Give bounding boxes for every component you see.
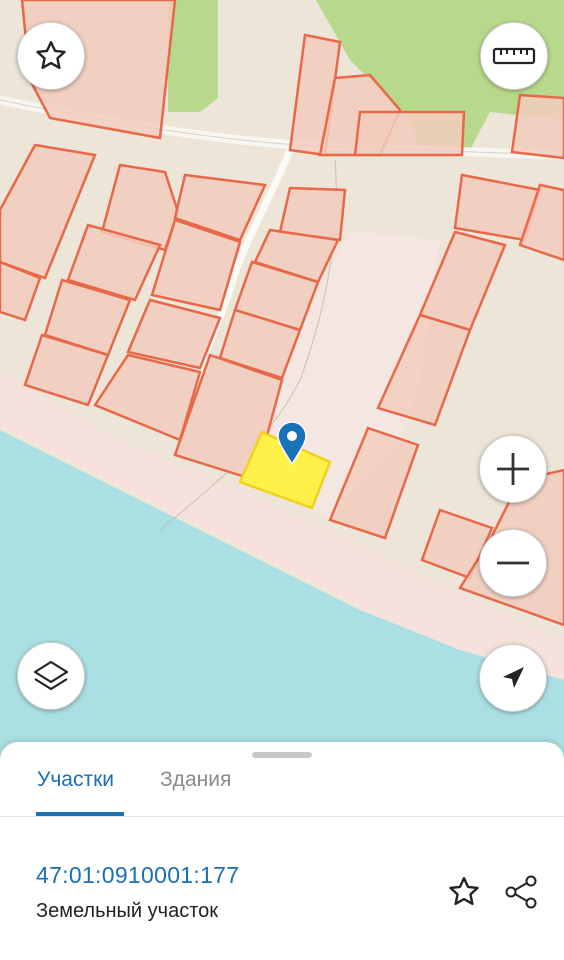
layers-icon bbox=[33, 660, 69, 691]
share-parcel-button[interactable] bbox=[500, 872, 542, 912]
star-outline-icon bbox=[36, 41, 66, 70]
zoom-out-button[interactable] bbox=[479, 529, 547, 597]
tab-buildings[interactable]: Здания bbox=[160, 768, 231, 818]
zoom-in-button[interactable] bbox=[479, 435, 547, 503]
locate-button[interactable] bbox=[479, 644, 547, 712]
navigation-arrow-icon bbox=[503, 667, 524, 688]
favorite-parcel-button[interactable] bbox=[444, 872, 484, 912]
cadastral-number-link[interactable]: 47:01:0910001:177 bbox=[36, 862, 239, 889]
green-area bbox=[168, 0, 218, 112]
minus-icon bbox=[497, 561, 529, 565]
favorite-button[interactable] bbox=[17, 22, 85, 90]
ruler-button[interactable] bbox=[480, 22, 548, 90]
layers-button[interactable] bbox=[17, 642, 85, 710]
sheet-drag-handle[interactable] bbox=[252, 752, 312, 758]
tabs-divider bbox=[0, 816, 564, 817]
ruler-icon bbox=[492, 47, 536, 65]
share-icon bbox=[505, 875, 537, 909]
parcel-type-label: Земельный участок bbox=[36, 900, 219, 922]
plus-icon bbox=[497, 453, 529, 485]
parcel-info-sheet: Участки Здания 47:01:0910001:177 Земельн… bbox=[0, 742, 564, 960]
parcel[interactable] bbox=[510, 93, 564, 160]
tab-parcels[interactable]: Участки bbox=[37, 768, 114, 818]
parcel[interactable] bbox=[353, 110, 466, 157]
star-outline-icon bbox=[449, 877, 479, 906]
